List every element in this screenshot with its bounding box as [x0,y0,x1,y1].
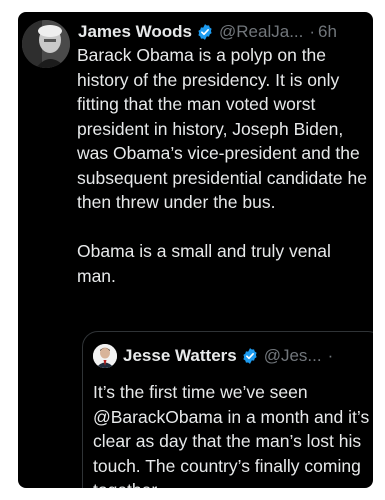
quoted-tweet-text: It’s the first time we’ve seen @BarackOb… [93,382,370,488]
tweet-timestamp[interactable]: 6h [318,22,337,42]
quoted-author-avatar-image [93,344,117,368]
author-avatar[interactable] [22,20,70,68]
author-handle[interactable]: @RealJa... [219,22,303,42]
tweet-header: James Woods @RealJa... · 6h [78,20,369,44]
quoted-author-avatar[interactable] [93,344,117,368]
quoted-author-handle[interactable]: @Jes... [264,346,322,366]
tweet-text: Barack Obama is a polyp on the history o… [77,45,367,286]
quoted-tweet-header: Jesse Watters @Jes... · [123,344,373,368]
verified-badge-icon [196,23,214,41]
header-separator: · [309,22,316,41]
quoted-author-name[interactable]: Jesse Watters [123,346,237,366]
tweet-card[interactable]: James Woods @RealJa... · 6h Barack Obama… [18,12,373,488]
quoted-header-separator: · [327,346,334,365]
author-avatar-image [22,20,70,68]
verified-badge-icon [241,347,259,365]
quoted-tweet[interactable]: Jesse Watters @Jes... · It’s the first t… [82,331,373,488]
author-name[interactable]: James Woods [78,22,192,42]
